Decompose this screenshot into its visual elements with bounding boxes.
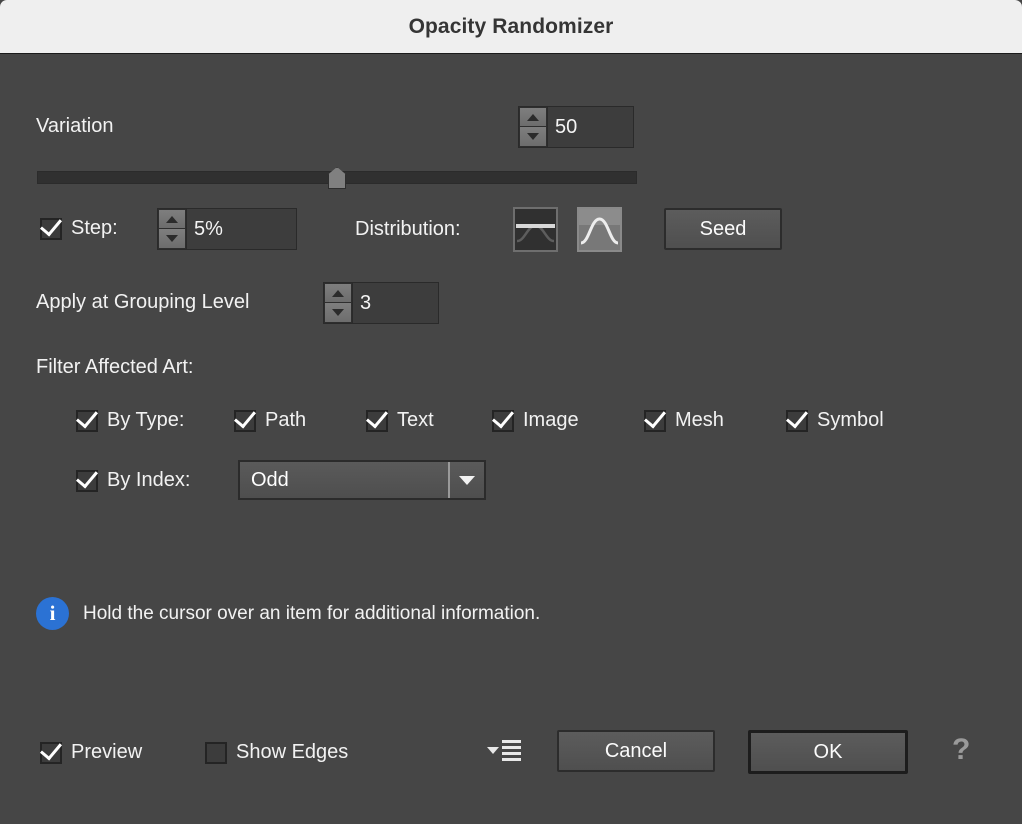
triangle-down-icon — [527, 133, 539, 140]
step-decrement-button[interactable] — [158, 229, 186, 249]
flyout-menu-icon[interactable] — [487, 740, 521, 761]
gaussian-distribution-icon — [579, 209, 620, 250]
by-index-dropdown[interactable]: Odd — [238, 460, 486, 500]
info-message: Hold the cursor over an item for additio… — [83, 602, 541, 624]
by-index-selected-value: Odd — [251, 468, 289, 491]
image-label: Image — [523, 409, 579, 431]
step-increment-button[interactable] — [158, 209, 186, 229]
text-label: Text — [397, 409, 434, 431]
grouping-level-stepper[interactable] — [324, 283, 353, 323]
triangle-up-icon — [527, 113, 539, 121]
filter-type-symbol[interactable]: Symbol — [786, 409, 884, 432]
variation-value[interactable]: 50 — [548, 107, 633, 147]
ok-button-label: OK — [813, 740, 843, 763]
triangle-down-icon — [166, 235, 178, 242]
ok-button[interactable]: OK — [748, 730, 908, 774]
variation-label: Variation — [36, 115, 114, 137]
opacity-randomizer-dialog: Opacity Randomizer Variation 50 Step: 5%… — [0, 0, 1022, 824]
dropdown-arrow-button[interactable] — [450, 475, 484, 485]
mesh-label: Mesh — [675, 409, 724, 431]
variation-decrement-button[interactable] — [519, 127, 547, 147]
menu-lines-icon — [502, 740, 521, 761]
grouping-level-label: Apply at Grouping Level — [36, 291, 250, 313]
step-checkbox[interactable] — [40, 217, 62, 240]
triangle-down-icon — [332, 309, 344, 316]
triangle-up-icon — [166, 215, 178, 223]
filter-type-text[interactable]: Text — [366, 409, 434, 432]
dialog-titlebar: Opacity Randomizer — [0, 0, 1022, 54]
cancel-button[interactable]: Cancel — [557, 730, 715, 772]
show-edges-checkbox[interactable] — [205, 741, 227, 764]
info-icon: i — [36, 597, 69, 630]
chevron-down-icon — [459, 475, 475, 485]
cancel-button-label: Cancel — [604, 739, 668, 762]
symbol-label: Symbol — [817, 409, 884, 431]
by-type-checkbox[interactable] — [76, 409, 98, 432]
triangle-down-icon — [487, 747, 499, 754]
seed-button-label: Seed — [699, 217, 747, 240]
by-index-checkbox[interactable] — [76, 469, 98, 492]
uniform-distribution-icon — [515, 209, 556, 250]
by-type-checkbox-row[interactable]: By Type: — [76, 409, 184, 432]
variation-slider[interactable] — [37, 167, 637, 189]
dialog-title: Opacity Randomizer — [408, 14, 614, 38]
text-checkbox[interactable] — [366, 409, 388, 432]
by-index-label: By Index: — [107, 469, 191, 491]
step-stepper[interactable] — [158, 209, 187, 249]
seed-button[interactable]: Seed — [664, 208, 782, 250]
path-label: Path — [265, 409, 307, 431]
show-edges-label: Show Edges — [236, 741, 349, 763]
variation-spinner[interactable]: 50 — [518, 106, 634, 148]
step-label: Step: — [71, 217, 118, 239]
symbol-checkbox[interactable] — [786, 409, 808, 432]
preview-label: Preview — [71, 741, 143, 763]
grouping-level-spinner[interactable]: 3 — [323, 282, 439, 324]
grouping-level-value[interactable]: 3 — [353, 283, 438, 323]
grouping-level-increment-button[interactable] — [324, 283, 352, 303]
help-icon[interactable]: ? — [952, 733, 970, 767]
step-value[interactable]: 5% — [187, 209, 296, 249]
mesh-checkbox[interactable] — [644, 409, 666, 432]
step-spinner[interactable]: 5% — [157, 208, 297, 250]
path-checkbox[interactable] — [234, 409, 256, 432]
filter-type-path[interactable]: Path — [234, 409, 306, 432]
filter-affected-art-title: Filter Affected Art: — [36, 356, 194, 378]
filter-type-image[interactable]: Image — [492, 409, 579, 432]
show-edges-checkbox-row[interactable]: Show Edges — [205, 741, 348, 764]
image-checkbox[interactable] — [492, 409, 514, 432]
by-type-label: By Type: — [107, 409, 185, 431]
uniform-distribution-button[interactable] — [513, 207, 558, 252]
preview-checkbox[interactable] — [40, 741, 62, 764]
variation-stepper[interactable] — [519, 107, 548, 147]
preview-checkbox-row[interactable]: Preview — [40, 741, 142, 764]
info-message-row: i Hold the cursor over an item for addit… — [36, 597, 540, 630]
triangle-up-icon — [332, 289, 344, 297]
gaussian-distribution-button[interactable] — [577, 207, 622, 252]
variation-increment-button[interactable] — [519, 107, 547, 127]
step-checkbox-row[interactable]: Step: — [40, 217, 118, 240]
by-index-checkbox-row[interactable]: By Index: — [76, 469, 190, 492]
grouping-level-decrement-button[interactable] — [324, 303, 352, 323]
filter-type-mesh[interactable]: Mesh — [644, 409, 724, 432]
distribution-label: Distribution: — [355, 218, 461, 240]
